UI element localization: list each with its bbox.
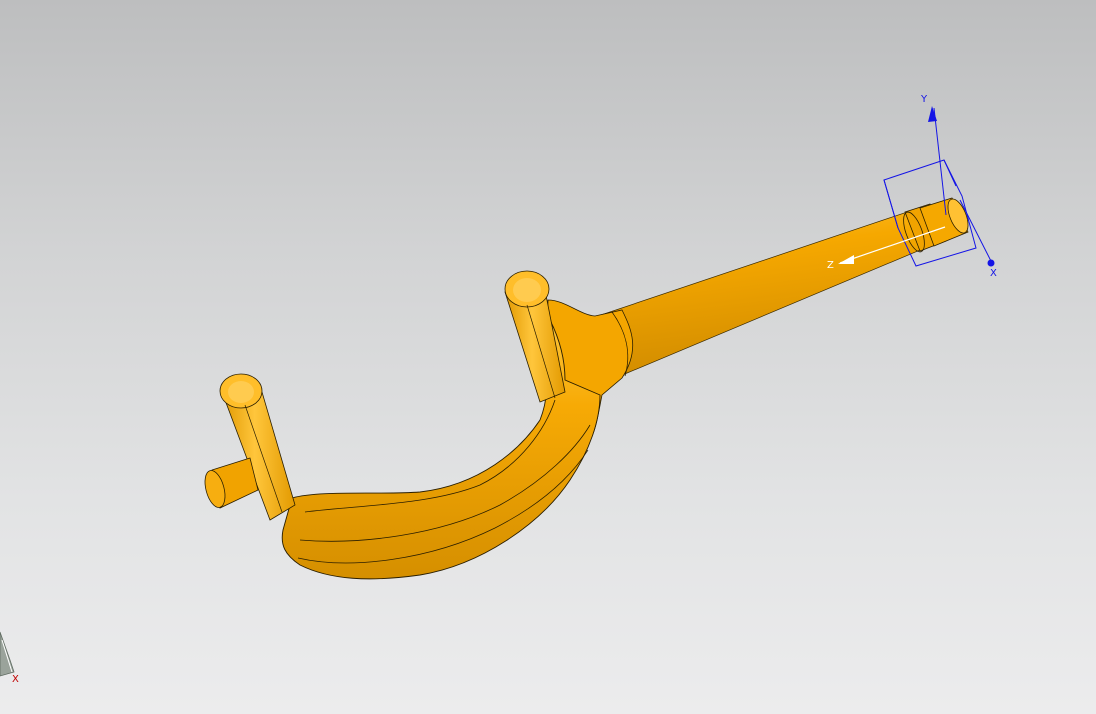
right-post-cap-highlight xyxy=(513,278,541,302)
part-hook-body[interactable] xyxy=(201,196,972,580)
shaft-cylinder[interactable] xyxy=(591,204,945,377)
csys-x-label: X xyxy=(990,268,997,279)
csys-y-label: Y xyxy=(920,94,928,105)
csys-z-label: Z xyxy=(827,260,834,271)
view-triad-x-label: X xyxy=(12,674,19,685)
view-triad-shape xyxy=(0,631,15,677)
model-canvas[interactable]: Y X Z X xyxy=(0,0,1096,714)
csys-x-handle[interactable] xyxy=(987,259,995,267)
graphics-viewport[interactable]: Y X Z X xyxy=(0,0,1096,714)
csys-box-edge xyxy=(943,159,957,187)
csys-y-arrowhead xyxy=(928,106,937,122)
view-triad[interactable]: X xyxy=(0,631,19,685)
left-post-cap-highlight xyxy=(228,381,254,403)
